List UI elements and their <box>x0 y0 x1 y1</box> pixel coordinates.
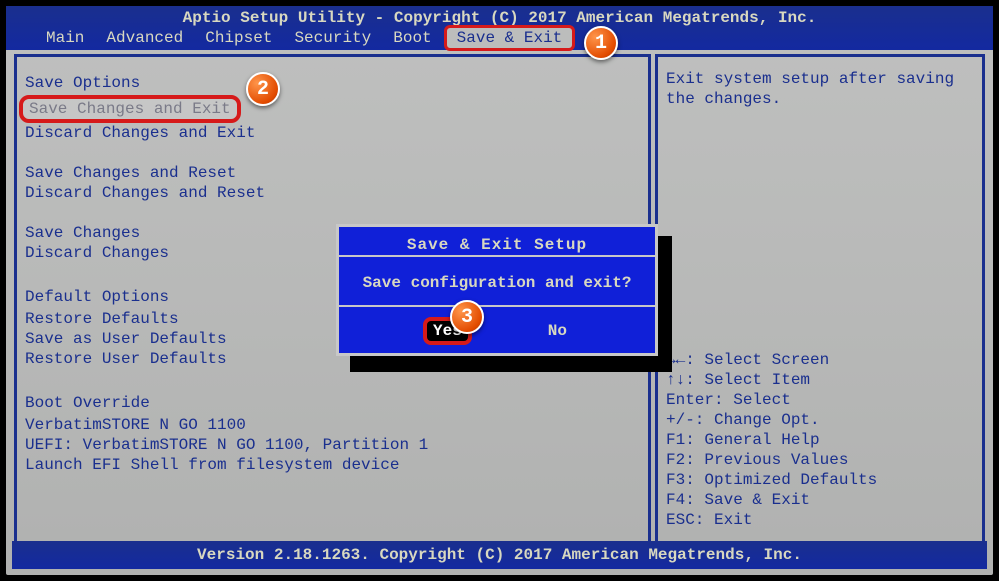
help-key-item: ↑↓: Select Item <box>666 370 974 390</box>
dialog-title: Save & Exit Setup <box>353 235 641 255</box>
item-boot-verbatim[interactable]: VerbatimSTORE N GO 1100 <box>25 415 640 435</box>
help-keys: →←: Select Screen ↑↓: Select Item Enter:… <box>666 350 974 530</box>
section-boot-override: Boot Override <box>25 393 640 413</box>
item-save-changes-and-reset[interactable]: Save Changes and Reset <box>25 163 640 183</box>
help-description: Exit system setup after saving the chang… <box>666 69 974 117</box>
tab-security[interactable]: Security <box>284 28 381 48</box>
dialog-buttons: Yes No <box>353 321 641 341</box>
item-save-changes-and-exit[interactable]: Save Changes and Exit <box>19 95 241 123</box>
callout-badge-3: 3 <box>450 300 484 334</box>
dialog-question: Save configuration and exit? <box>353 273 641 293</box>
help-key-f1: F1: General Help <box>666 430 974 450</box>
help-key-esc: ESC: Exit <box>666 510 974 530</box>
item-boot-uefi-verbatim[interactable]: UEFI: VerbatimSTORE N GO 1100, Partition… <box>25 435 640 455</box>
footer: Version 2.18.1263. Copyright (C) 2017 Am… <box>12 541 987 569</box>
confirm-dialog: Save & Exit Setup Save configuration and… <box>336 224 658 356</box>
callout-badge-2: 2 <box>246 72 280 106</box>
help-key-f3: F3: Optimized Defaults <box>666 470 974 490</box>
dialog-no-button[interactable]: No <box>548 321 567 341</box>
tab-advanced[interactable]: Advanced <box>96 28 193 48</box>
item-discard-changes-and-reset[interactable]: Discard Changes and Reset <box>25 183 640 203</box>
tab-save-exit[interactable]: Save & Exit <box>444 25 576 51</box>
header-tabs: Main Advanced Chipset Security Boot Save… <box>6 28 993 48</box>
help-key-f4: F4: Save & Exit <box>666 490 974 510</box>
tab-chipset[interactable]: Chipset <box>195 28 282 48</box>
section-save-options: Save Options <box>25 73 640 93</box>
tab-main[interactable]: Main <box>36 28 94 48</box>
header-bar: Aptio Setup Utility - Copyright (C) 2017… <box>6 6 993 50</box>
help-key-screen: →←: Select Screen <box>666 350 974 370</box>
help-key-change: +/-: Change Opt. <box>666 410 974 430</box>
help-key-enter: Enter: Select <box>666 390 974 410</box>
item-discard-changes-and-exit[interactable]: Discard Changes and Exit <box>25 123 640 143</box>
tab-boot[interactable]: Boot <box>383 28 441 48</box>
item-launch-efi-shell[interactable]: Launch EFI Shell from filesystem device <box>25 455 640 475</box>
help-key-f2: F2: Previous Values <box>666 450 974 470</box>
right-pane: Exit system setup after saving the chang… <box>655 54 985 545</box>
callout-badge-1: 1 <box>584 26 618 60</box>
